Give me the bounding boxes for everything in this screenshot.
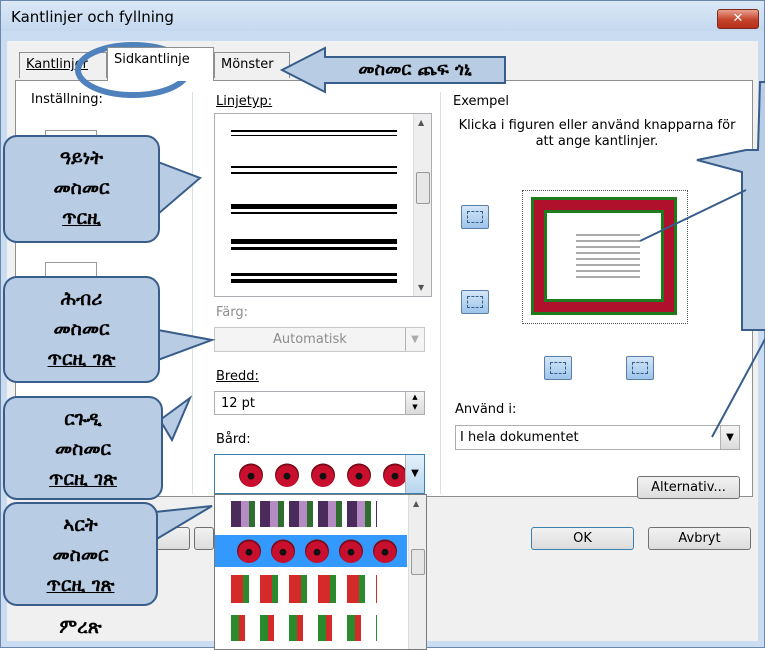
tab-page-border-label: Sidkantlinje: [114, 52, 190, 67]
callout-line-style-line3: ጥርዚ: [62, 207, 101, 229]
callout-art-line3: ጥርዚ ገጽ: [46, 574, 115, 596]
callout-line-style-line2: መስመር: [53, 177, 110, 199]
callout-art-line4: ምረጽ: [59, 616, 102, 638]
callout-line-color-line2: መስመር: [53, 318, 110, 340]
callout-pointer: [639, 189, 747, 242]
callout-line-width-line1: ርጉዲ: [64, 408, 102, 430]
callout-tail: [154, 505, 213, 542]
callout-line-width-line2: መስመር: [54, 438, 111, 460]
tab-arrow-label: መስመር ጨፍ ጎኒ: [358, 59, 472, 80]
callout-line-color: ሕብሪ መስመር ጥርዚ ገጽ: [3, 276, 160, 383]
callout-tail: [157, 328, 216, 362]
callout-tail: [158, 395, 193, 443]
tab-page-border[interactable]: Sidkantlinje: [107, 47, 214, 81]
callout-tail: [157, 160, 202, 217]
callout-line-style: ዓይነት መስመር ጥርዚ: [3, 135, 160, 243]
preview-callout-shape: [696, 81, 765, 331]
callout-art: ኣርት መስመር ጥርዚ ገጽ: [3, 502, 158, 606]
callout-line-style-line1: ዓይነት: [59, 147, 104, 169]
callout-line-color-line3: ጥርዚ ገጽ: [47, 348, 116, 370]
callout-line-width-line3: ጥርዚ ገጽ: [49, 468, 117, 490]
callout-art-line2: መስመር: [52, 544, 109, 566]
callout-line-color-line1: ሕብሪ: [60, 288, 103, 310]
callout-art-line1: ኣርት: [63, 514, 98, 536]
callout-pointer: [711, 337, 765, 438]
callout-line-width: ርጉዲ መስመር ጥርዚ ገጽ: [3, 396, 163, 500]
